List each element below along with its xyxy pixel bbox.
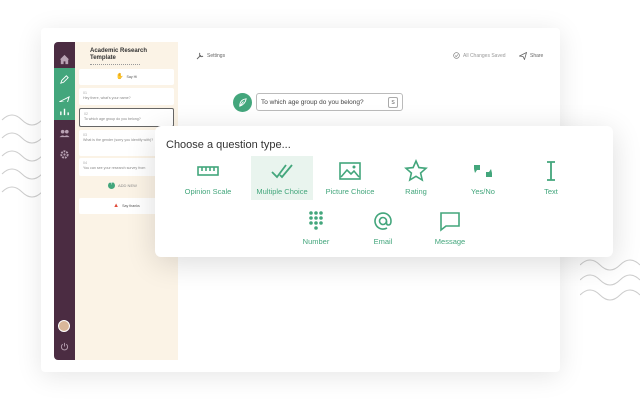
send-icon: [519, 52, 527, 60]
question-label: Say Hi: [126, 74, 138, 79]
power-icon[interactable]: [60, 342, 69, 351]
type-label: Text: [544, 187, 558, 196]
rail-contacts[interactable]: [54, 122, 75, 144]
picture-icon: [339, 162, 361, 180]
question-text: Hey there, what's your name?: [83, 96, 131, 100]
decorative-waves-right: [580, 259, 640, 301]
type-yes-no[interactable]: Yes/No: [448, 156, 518, 200]
at-icon: [374, 212, 392, 230]
nav-rail: [54, 42, 75, 360]
type-label: Message: [434, 237, 466, 246]
question-card[interactable]: 01 Hey there, what's your name?: [79, 88, 174, 105]
picker-title: Choose a question type...: [166, 139, 291, 151]
home-icon: [59, 54, 70, 64]
add-new-button[interactable]: ADD NEW: [108, 181, 137, 189]
rail-settings[interactable]: [54, 143, 75, 165]
gear-icon: [60, 149, 69, 159]
type-label: Rating: [405, 187, 427, 196]
add-new-label: ADD NEW: [118, 183, 137, 188]
wrench-icon: [196, 52, 204, 60]
type-picture-choice[interactable]: Picture Choice: [315, 156, 385, 200]
check-circle-icon: [453, 52, 460, 59]
save-status-label: All Changes Saved: [463, 52, 506, 59]
type-label: Number: [302, 237, 330, 246]
yes-no-icon: [474, 165, 492, 177]
question-text: To which age group do you belong?: [84, 117, 141, 121]
pencil-icon: [60, 74, 69, 84]
keypad-icon: [309, 211, 323, 230]
type-text[interactable]: Text: [526, 156, 576, 200]
question-card-active[interactable]: 02 To which age group do you belong?: [79, 108, 174, 127]
settings-link[interactable]: Settings: [196, 52, 225, 60]
say-thanks-label: Say thanks: [122, 203, 140, 208]
party-popper-icon: ▲: [113, 202, 120, 209]
type-email[interactable]: Email: [348, 206, 418, 250]
ruler-icon: [197, 166, 219, 176]
type-opinion-scale[interactable]: Opinion Scale: [173, 156, 243, 200]
users-icon: [59, 129, 70, 137]
plus-icon: [108, 181, 115, 189]
message-icon: [440, 212, 460, 232]
type-label: Yes/No: [471, 187, 495, 196]
type-label: Email: [373, 237, 393, 246]
question-type-picker: Choose a question type... Opinion Scale …: [155, 126, 613, 257]
question-bubble-text: To which age group do you belong?: [261, 98, 364, 106]
type-label: Multiple Choice: [256, 187, 308, 196]
bot-avatar: [233, 93, 252, 112]
wave-hand-icon: ✋: [115, 73, 124, 80]
rail-results[interactable]: [54, 102, 75, 120]
type-number[interactable]: Number: [281, 206, 351, 250]
type-message[interactable]: Message: [415, 206, 485, 250]
type-label: Opinion Scale: [184, 187, 232, 196]
save-status: All Changes Saved: [453, 52, 506, 59]
type-label: Picture Choice: [325, 187, 375, 196]
question-type-tag[interactable]: S: [388, 97, 398, 108]
feather-icon: [239, 98, 247, 107]
rail-build[interactable]: [54, 68, 75, 90]
title-underline: [90, 64, 140, 65]
rail-home[interactable]: [54, 48, 75, 70]
type-multiple-choice[interactable]: Multiple Choice: [251, 156, 313, 200]
chart-icon: [60, 108, 69, 115]
text-cursor-icon: [547, 161, 555, 181]
question-bubble[interactable]: To which age group do you belong? S: [256, 93, 403, 111]
question-card-welcome[interactable]: ✋ Say Hi: [79, 69, 174, 85]
template-title[interactable]: Academic Research Template: [90, 48, 174, 62]
settings-label: Settings: [207, 53, 226, 59]
double-check-icon: [271, 164, 293, 179]
share-label: Share: [530, 53, 544, 59]
user-avatar[interactable]: [58, 320, 70, 332]
type-rating[interactable]: Rating: [381, 156, 451, 200]
share-button[interactable]: Share: [519, 52, 543, 60]
star-icon: [404, 159, 428, 182]
